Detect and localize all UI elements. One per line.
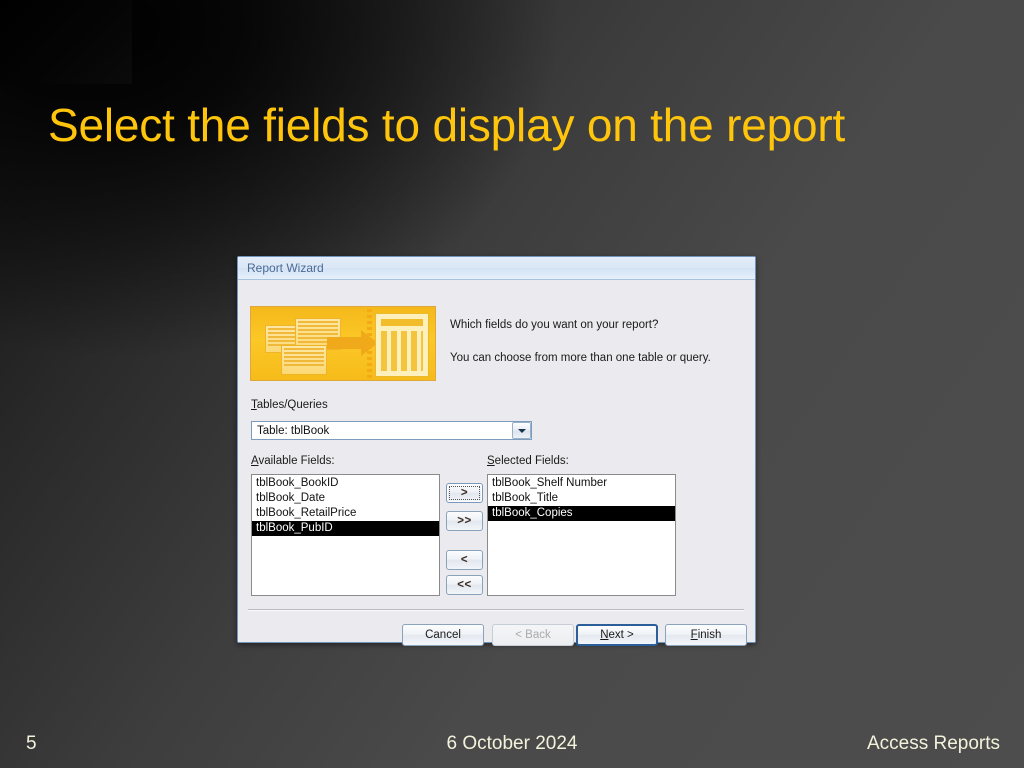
chevron-down-icon[interactable] [512,422,531,439]
page-title: Select the fields to display on the repo… [48,99,846,151]
report-page-icon [375,313,429,377]
tables-queries-value: Table: tblBook [257,424,330,437]
dialog-body: Which fields do you want on your report?… [238,280,755,646]
available-fields-label: Available Fields: [251,455,335,467]
list-item[interactable]: tblBook_RetailPrice [252,506,439,521]
selected-fields-listbox[interactable]: tblBook_Shelf Number tblBook_Title tblBo… [487,474,676,596]
finish-button-label: Finish [690,629,722,641]
finish-button[interactable]: Finish [665,624,747,646]
prompt-line-1: Which fields do you want on your report? [450,319,659,331]
report-wizard-icon [250,306,436,381]
cancel-button[interactable]: Cancel [402,624,484,646]
tables-queries-combobox[interactable]: Table: tblBook [251,421,532,440]
footer-separator [248,609,744,611]
page-perforation [367,309,372,379]
deck-name: Access Reports [866,733,1000,754]
list-item[interactable]: tblBook_PubID [252,521,439,536]
arrow-right-icon [327,330,378,356]
available-fields-listbox[interactable]: tblBook_BookID tblBook_Date tblBook_Reta… [251,474,440,596]
next-button-label: Next > [600,629,634,641]
move-all-left-button[interactable]: << [446,575,483,595]
dialog-titlebar: Report Wizard [238,257,755,280]
list-item[interactable]: tblBook_Date [252,491,439,506]
move-all-right-button[interactable]: >> [446,511,483,531]
prompt-line-2: You can choose from more than one table … [450,352,711,364]
move-one-right-button[interactable]: > [446,483,483,503]
next-button[interactable]: Next > [576,624,658,646]
report-wizard-dialog: Report Wizard Which fields do you want o… [237,256,756,646]
dialog-title: Report Wizard [247,261,324,275]
presentation-slide: Select the fields to display on the repo… [0,0,1024,768]
move-one-left-button[interactable]: < [446,550,483,570]
tables-queries-label: Tables/Queries [251,399,328,411]
slide-corner-shading [0,0,132,84]
list-item[interactable]: tblBook_Title [488,491,675,506]
back-button: < Back [492,624,574,646]
list-item[interactable]: tblBook_BookID [252,476,439,491]
selected-fields-label: Selected Fields: [487,455,569,467]
list-item[interactable]: tblBook_Shelf Number [488,476,675,491]
list-item[interactable]: tblBook_Copies [488,506,675,521]
